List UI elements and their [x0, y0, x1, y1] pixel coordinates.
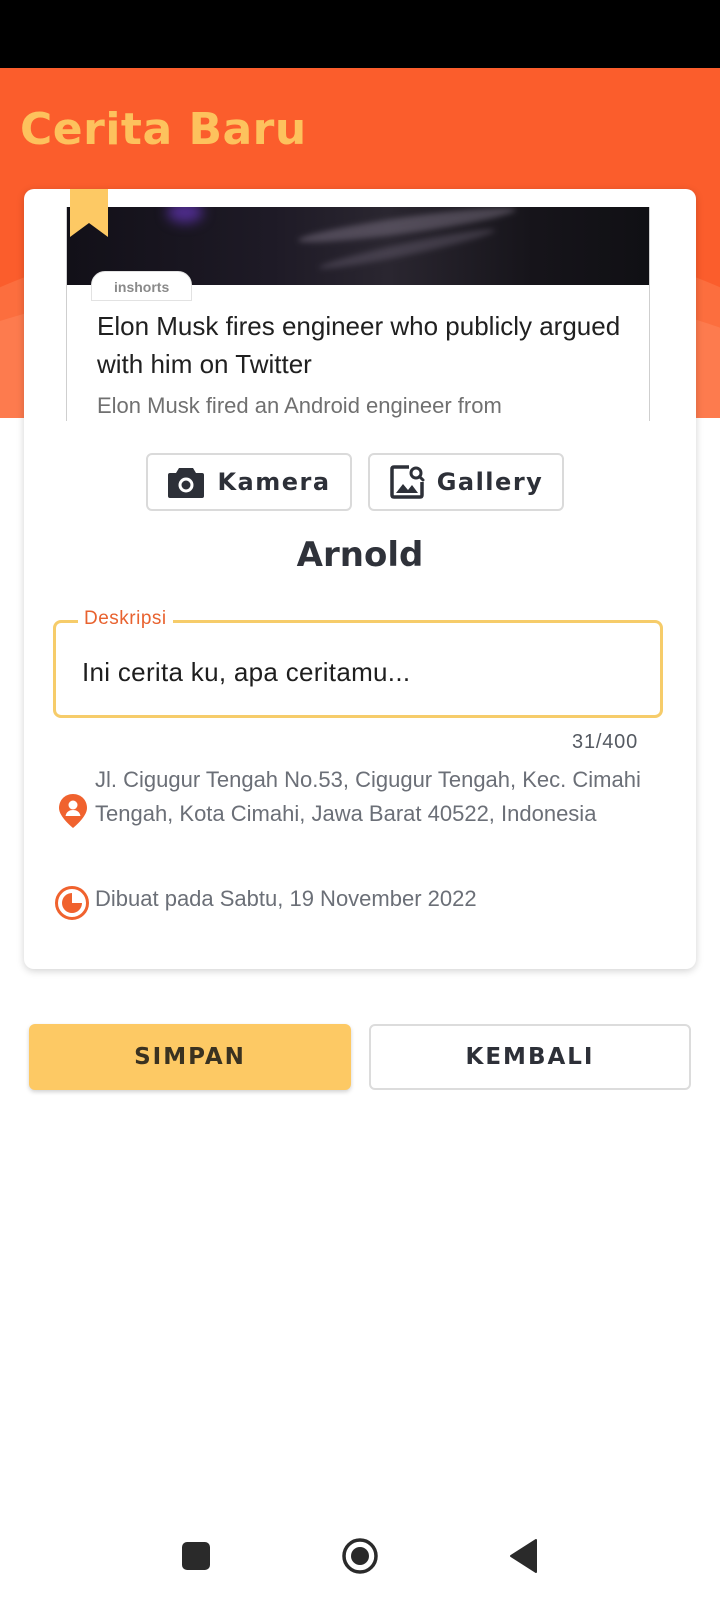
status-bar	[0, 0, 720, 68]
bookmark-icon	[70, 189, 108, 237]
navigation-bar	[0, 1520, 720, 1600]
created-date: Dibuat pada Sabtu, 19 November 2022	[95, 886, 477, 911]
nav-back-icon[interactable]	[508, 1538, 538, 1574]
clock-icon	[55, 886, 89, 920]
description-field[interactable]: Deskripsi Ini cerita ku, apa ceritamu...	[53, 608, 663, 718]
gallery-icon	[389, 465, 425, 499]
description-input[interactable]: Ini cerita ku, apa ceritamu...	[82, 657, 410, 688]
nav-recents-icon[interactable]	[182, 1542, 210, 1570]
camera-button-label: Kamera	[217, 468, 331, 496]
save-button[interactable]: SIMPAN	[29, 1024, 351, 1090]
description-label: Deskripsi	[78, 608, 173, 630]
gallery-button-label: Gallery	[436, 468, 544, 496]
back-button[interactable]: KEMBALI	[369, 1024, 691, 1090]
page-title: Cerita Baru	[20, 104, 307, 155]
story-image-preview[interactable]: inshorts Elon Musk fires engineer who pu…	[66, 207, 650, 421]
nav-home-icon[interactable]	[340, 1536, 380, 1576]
preview-source-tag: inshorts	[91, 271, 193, 301]
preview-headline: Elon Musk fires engineer who publicly ar…	[97, 311, 621, 379]
location-pin-icon	[59, 794, 87, 828]
gallery-button[interactable]: Gallery	[368, 453, 564, 511]
camera-button[interactable]: Kamera	[146, 453, 352, 511]
preview-summary: Elon Musk fired an Android engineer from	[97, 393, 502, 418]
character-counter: 31/400	[572, 731, 638, 753]
story-card: inshorts Elon Musk fires engineer who pu…	[24, 189, 696, 969]
user-name: Arnold	[296, 535, 424, 575]
location-address: Jl. Cigugur Tengah No.53, Cigugur Tengah…	[95, 767, 641, 826]
camera-icon	[168, 468, 205, 498]
